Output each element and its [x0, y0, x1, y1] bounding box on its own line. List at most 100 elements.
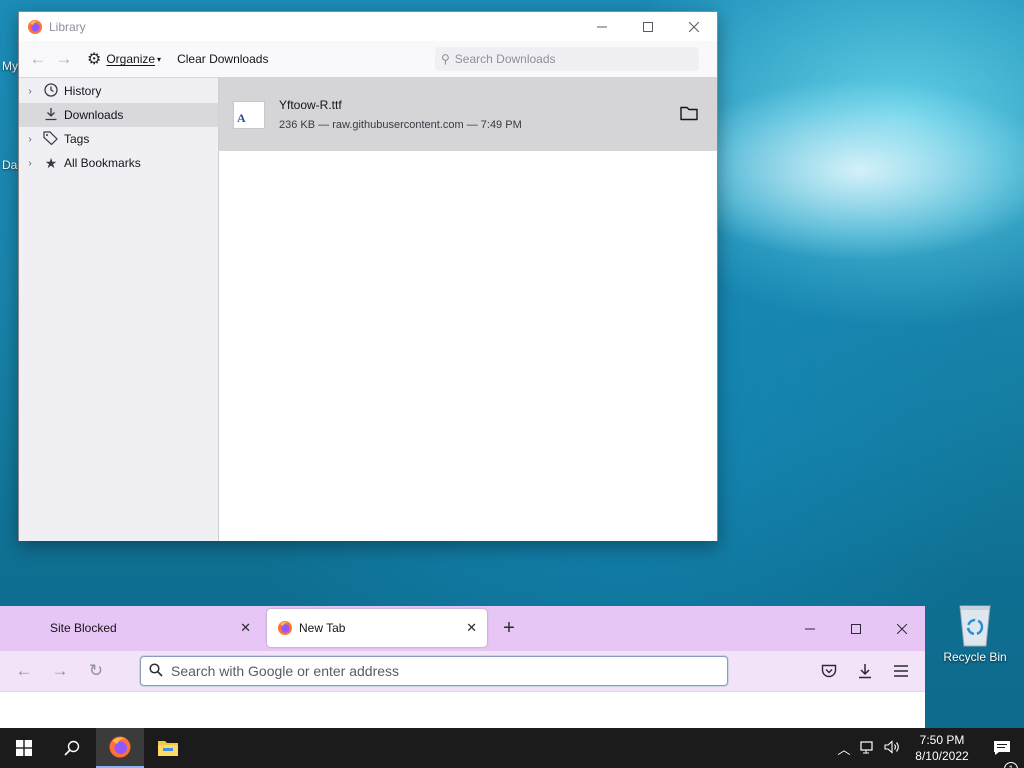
- sidebar-item-tags[interactable]: › Tags: [19, 127, 218, 151]
- minimize-button[interactable]: [579, 12, 625, 41]
- folder-icon[interactable]: [679, 104, 699, 122]
- downloads-button[interactable]: [847, 655, 883, 687]
- firefox-icon: [28, 19, 42, 34]
- sidebar-item-label: History: [64, 84, 102, 98]
- library-sidebar: › History Downloads › Tags › ★ All Bookm…: [19, 78, 219, 541]
- close-button[interactable]: [879, 606, 925, 651]
- maximize-icon: [851, 623, 861, 634]
- search-icon: [64, 740, 80, 756]
- sidebar-item-label: Downloads: [64, 108, 124, 122]
- reload-button[interactable]: ↻: [78, 655, 114, 687]
- plus-icon: +: [503, 616, 515, 639]
- search-downloads-input[interactable]: ⚲ Search Downloads: [435, 47, 699, 71]
- back-button[interactable]: ←: [6, 655, 42, 687]
- taskbar-file-explorer[interactable]: [144, 728, 192, 768]
- chevron-right-icon[interactable]: ›: [19, 86, 41, 97]
- sidebar-item-label: All Bookmarks: [64, 156, 141, 170]
- search-button[interactable]: [48, 728, 96, 768]
- close-icon: [897, 623, 907, 634]
- maximize-button[interactable]: [833, 606, 879, 651]
- network-icon[interactable]: [856, 740, 880, 757]
- new-tab-button[interactable]: +: [495, 614, 523, 642]
- forward-arrow-icon: →: [51, 661, 69, 680]
- pocket-icon: [821, 664, 837, 677]
- back-button[interactable]: ←: [25, 46, 51, 72]
- start-button[interactable]: [0, 728, 48, 768]
- chevron-right-icon[interactable]: ›: [19, 134, 41, 145]
- taskbar: ︿ 7:50 PM 8/10/2022 1: [0, 728, 1024, 768]
- download-item[interactable]: A Yftoow-R.ttf 236 KB — raw.githubuserco…: [219, 78, 717, 151]
- chevron-right-icon[interactable]: ›: [19, 158, 41, 169]
- maximize-button[interactable]: [625, 12, 671, 41]
- close-tab-icon[interactable]: ✕: [240, 620, 251, 636]
- forward-arrow-icon: →: [55, 49, 73, 68]
- taskbar-firefox[interactable]: [96, 728, 144, 768]
- recycle-bin-icon: [959, 605, 991, 647]
- hamburger-menu-icon: [894, 665, 908, 677]
- sidebar-item-history[interactable]: › History: [19, 79, 218, 103]
- library-title: Library: [49, 19, 86, 34]
- clock-icon: [41, 82, 61, 100]
- desktop-icon-label-partial[interactable]: My: [2, 59, 18, 73]
- volume-icon[interactable]: [880, 739, 904, 757]
- recycle-bin-label: Recycle Bin: [943, 650, 1007, 664]
- forward-button[interactable]: →: [42, 655, 78, 687]
- library-toolbar: ← → ⚙ Organize ▾ Clear Downloads ⚲ Searc…: [19, 41, 717, 77]
- tab-site-blocked[interactable]: Site Blocked ✕: [0, 609, 261, 647]
- clear-downloads-button[interactable]: Clear Downloads: [171, 46, 274, 72]
- windows-logo-icon: [16, 740, 32, 756]
- clock-time: 7:50 PM: [919, 733, 965, 747]
- forward-button[interactable]: →: [51, 46, 77, 72]
- library-window: Library ← → ⚙ Organize ▾ Clear Downloads…: [18, 11, 718, 541]
- back-arrow-icon: ←: [29, 49, 47, 68]
- action-center-button[interactable]: 1: [980, 740, 1024, 768]
- clock-date: 8/10/2022: [915, 749, 969, 763]
- font-file-icon: A: [233, 100, 265, 129]
- firefox-icon: [278, 621, 292, 635]
- close-button[interactable]: [671, 12, 717, 41]
- organize-button[interactable]: ⚙ Organize ▾: [81, 46, 167, 72]
- chevron-up-icon[interactable]: ︿: [832, 739, 856, 758]
- minimize-button[interactable]: [787, 606, 833, 651]
- download-icon: [41, 107, 61, 124]
- file-explorer-icon: [158, 741, 178, 756]
- download-filename: Yftoow-R.ttf: [279, 98, 342, 112]
- tag-icon: [41, 130, 61, 148]
- sidebar-item-all-bookmarks[interactable]: › ★ All Bookmarks: [19, 151, 218, 175]
- chevron-down-icon: ▾: [157, 54, 162, 64]
- clear-downloads-label: Clear Downloads: [177, 52, 269, 66]
- downloads-list: A Yftoow-R.ttf 236 KB — raw.githubuserco…: [219, 78, 717, 541]
- desktop-icon-label-partial[interactable]: Da: [2, 158, 17, 172]
- back-arrow-icon: ←: [15, 661, 33, 680]
- organize-label: Organize: [106, 52, 156, 66]
- maximize-icon: [643, 21, 653, 32]
- search-downloads-placeholder: Search Downloads: [454, 52, 556, 66]
- address-bar[interactable]: [140, 656, 728, 686]
- minimize-icon: [597, 26, 607, 27]
- sidebar-item-label: Tags: [64, 132, 90, 146]
- firefox-icon: [109, 736, 131, 758]
- reload-icon: ↻: [88, 661, 104, 680]
- notification-icon: [994, 741, 1010, 755]
- tab-title: Site Blocked: [50, 621, 117, 635]
- minimize-icon: [805, 628, 815, 629]
- tab-new-tab[interactable]: New Tab ✕: [267, 609, 487, 647]
- recycle-bin-desktop-icon[interactable]: Recycle Bin: [942, 600, 1008, 664]
- address-input[interactable]: [171, 663, 711, 679]
- library-titlebar[interactable]: Library: [19, 12, 717, 41]
- close-tab-icon[interactable]: ✕: [466, 620, 477, 636]
- close-icon: [689, 21, 699, 32]
- gear-icon: ⚙: [87, 51, 102, 68]
- system-tray: ︿ 7:50 PM 8/10/2022 1: [832, 728, 1024, 768]
- firefox-window: Site Blocked ✕ New Tab ✕ + ← → ↻ Search …: [0, 606, 925, 728]
- tab-title: New Tab: [299, 621, 346, 635]
- search-icon: [149, 662, 163, 680]
- pocket-button[interactable]: [811, 655, 847, 687]
- download-icon: [859, 664, 871, 679]
- tab-strip: Site Blocked ✕ New Tab ✕ +: [0, 606, 925, 651]
- menu-button[interactable]: [883, 655, 919, 687]
- sidebar-item-downloads[interactable]: Downloads: [19, 103, 218, 127]
- clock[interactable]: 7:50 PM 8/10/2022: [904, 732, 980, 764]
- search-icon: ⚲: [441, 52, 450, 66]
- download-details: 236 KB — raw.githubusercontent.com — 7:4…: [279, 119, 522, 131]
